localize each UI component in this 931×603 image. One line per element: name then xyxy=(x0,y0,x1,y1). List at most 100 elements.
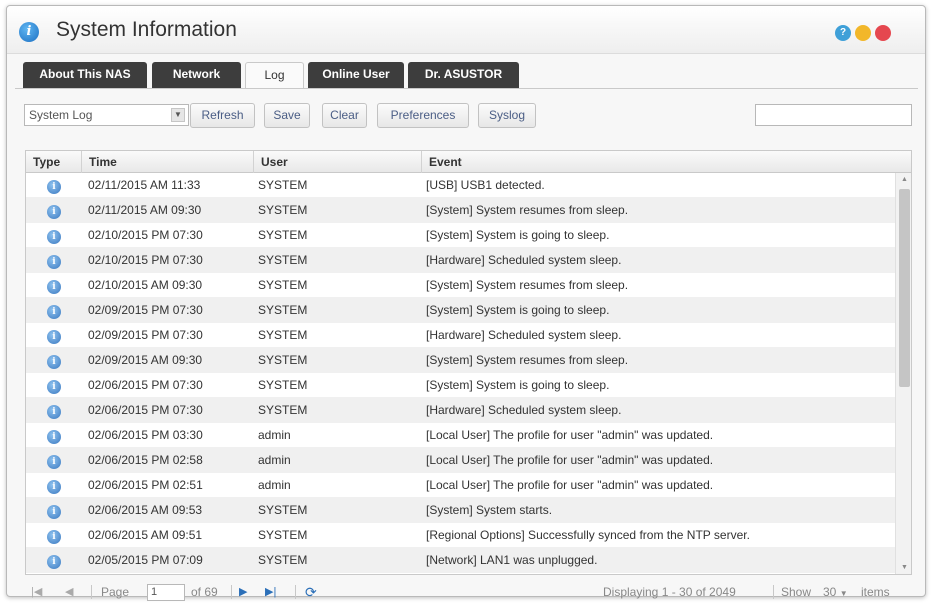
table-row[interactable]: i 02/10/2015 AM 09:30 SYSTEM [System] Syste… xyxy=(26,273,895,298)
row-user: SYSTEM xyxy=(258,203,308,217)
row-event: [Local User] The profile for user "admin… xyxy=(426,453,714,467)
row-type-cell: i xyxy=(26,248,82,273)
row-user: admin xyxy=(258,478,291,492)
show-label: Show xyxy=(781,585,812,599)
row-time: 02/06/2015 PM 07:30 xyxy=(88,403,203,417)
tab-divider xyxy=(15,88,918,89)
info-icon: i xyxy=(47,330,61,344)
table-row[interactable]: i 02/09/2015 PM 07:30 SYSTEM [Hardware] Sch… xyxy=(26,323,895,348)
row-user: SYSTEM xyxy=(258,553,308,567)
save-button[interactable]: Save xyxy=(264,103,310,128)
info-icon: i xyxy=(47,355,61,369)
row-user: SYSTEM xyxy=(258,503,308,517)
table-row[interactable]: i 02/09/2015 PM 07:30 SYSTEM [System] Syste… xyxy=(26,298,895,323)
row-time: 02/06/2015 PM 02:58 xyxy=(88,453,203,467)
table-row[interactable]: i 02/09/2015 AM 09:30 SYSTEM [System] Syste… xyxy=(26,348,895,373)
table-row[interactable]: i 02/06/2015 AM 09:53 SYSTEM [System] Syste… xyxy=(26,498,895,523)
row-event: [System] System is going to sleep. xyxy=(426,378,610,392)
preferences-button[interactable]: Preferences xyxy=(377,103,469,128)
table-row[interactable]: i 02/11/2015 AM 09:30 SYSTEM [System] Syste… xyxy=(26,198,895,223)
chevron-down-icon[interactable]: ▼ xyxy=(171,108,185,122)
info-icon: i xyxy=(47,505,61,519)
tab-about-this-nas[interactable]: About This NAS xyxy=(23,62,147,88)
column-header-user[interactable]: User xyxy=(254,151,422,173)
row-time: 02/06/2015 AM 09:53 xyxy=(88,503,203,517)
row-time: 02/10/2015 AM 09:30 xyxy=(88,278,203,292)
table-row[interactable]: i 02/06/2015 PM 07:30 SYSTEM [Hardware] Sch… xyxy=(26,398,895,423)
close-button[interactable] xyxy=(875,25,891,41)
info-icon: i xyxy=(47,530,61,544)
items-per-page-value: 30 xyxy=(823,585,837,599)
window-title: System Information xyxy=(56,18,237,41)
help-button[interactable]: ? xyxy=(835,25,851,41)
info-icon: i xyxy=(47,205,61,219)
table-row[interactable]: i 02/05/2015 PM 07:09 SYSTEM [Network] LAN1… xyxy=(26,548,895,573)
items-per-page-select[interactable]: 30 ▼ xyxy=(823,583,848,603)
refresh-icon[interactable]: ⟳ xyxy=(305,583,317,601)
search-input[interactable] xyxy=(755,104,912,126)
row-time: 02/10/2015 PM 07:30 xyxy=(88,228,203,242)
row-event: [System] System is going to sleep. xyxy=(426,228,610,242)
grid-rows: i 02/11/2015 AM 11:33 SYSTEM [USB] USB1 det… xyxy=(26,173,895,573)
column-header-event[interactable]: Event xyxy=(422,151,911,173)
last-page-icon[interactable]: ▶| xyxy=(265,583,276,601)
table-row[interactable]: i 02/11/2015 AM 11:33 SYSTEM [USB] USB1 det… xyxy=(26,173,895,198)
refresh-button[interactable]: Refresh xyxy=(190,103,255,128)
row-event: [Hardware] Scheduled system sleep. xyxy=(426,328,622,342)
scroll-up-icon[interactable]: ▲ xyxy=(896,173,911,187)
info-icon: i xyxy=(47,230,61,244)
row-time: 02/06/2015 AM 09:51 xyxy=(88,528,203,542)
table-row[interactable]: i 02/06/2015 AM 09:51 SYSTEM [Regional Opti… xyxy=(26,523,895,548)
row-type-cell: i xyxy=(26,273,82,298)
row-time: 02/09/2015 AM 09:30 xyxy=(88,353,203,367)
table-row[interactable]: i 02/10/2015 PM 07:30 SYSTEM [Hardware] Sch… xyxy=(26,248,895,273)
info-icon: i xyxy=(19,22,39,42)
column-header-type[interactable]: Type xyxy=(26,151,82,173)
row-time: 02/09/2015 PM 07:30 xyxy=(88,303,203,317)
row-event: [System] System resumes from sleep. xyxy=(426,203,629,217)
scrollbar-thumb[interactable] xyxy=(899,189,910,387)
row-event: [System] System starts. xyxy=(426,503,553,517)
tab-online-user[interactable]: Online User xyxy=(308,62,404,88)
minimize-button[interactable] xyxy=(855,25,871,41)
previous-page-icon[interactable]: ◀ xyxy=(65,583,73,601)
row-time: 02/11/2015 AM 11:33 xyxy=(88,178,201,192)
toolbar: System Log ▼ Refresh Save Clear Preferen… xyxy=(7,98,925,128)
separator xyxy=(91,585,92,599)
displaying-text: Displaying 1 - 30 of 2049 xyxy=(603,585,736,599)
info-icon: i xyxy=(47,180,61,194)
row-event: [System] System resumes from sleep. xyxy=(426,353,629,367)
chevron-down-icon: ▼ xyxy=(839,589,848,598)
page-count: of 69 xyxy=(191,585,218,599)
tab-log[interactable]: Log xyxy=(245,62,304,89)
log-type-select[interactable]: System Log ▼ xyxy=(24,104,189,126)
next-page-icon[interactable]: ▶ xyxy=(239,583,247,601)
vertical-scrollbar[interactable]: ▲ ▼ xyxy=(895,173,911,574)
table-row[interactable]: i 02/06/2015 PM 07:30 SYSTEM [System] Syste… xyxy=(26,373,895,398)
column-header-time[interactable]: Time xyxy=(82,151,254,173)
row-event: [System] System resumes from sleep. xyxy=(426,278,629,292)
first-page-icon[interactable]: |◀ xyxy=(31,583,42,601)
table-row[interactable]: i 02/06/2015 PM 03:30 admin [Local User] Th… xyxy=(26,423,895,448)
items-label: items xyxy=(861,585,890,599)
row-type-cell: i xyxy=(26,323,82,348)
row-user: SYSTEM xyxy=(258,278,308,292)
page-label: Page xyxy=(101,585,130,599)
tab-dr-asustor[interactable]: Dr. ASUSTOR xyxy=(408,62,519,88)
row-type-cell: i xyxy=(26,523,82,548)
clear-button[interactable]: Clear xyxy=(322,103,367,128)
table-row[interactable]: i 02/10/2015 PM 07:30 SYSTEM [System] Syste… xyxy=(26,223,895,248)
page-number-input[interactable]: 1 xyxy=(147,584,185,601)
row-user: SYSTEM xyxy=(258,528,308,542)
row-type-cell: i xyxy=(26,223,82,248)
syslog-button[interactable]: Syslog xyxy=(478,103,536,128)
row-type-cell: i xyxy=(26,298,82,323)
table-row[interactable]: i 02/06/2015 PM 02:51 admin [Local User] Th… xyxy=(26,473,895,498)
table-row[interactable]: i 02/06/2015 PM 02:58 admin [Local User] Th… xyxy=(26,448,895,473)
tab-network[interactable]: Network xyxy=(152,62,241,88)
info-icon: i xyxy=(47,255,61,269)
separator xyxy=(773,585,774,599)
row-type-cell: i xyxy=(26,548,82,573)
scroll-down-icon[interactable]: ▼ xyxy=(896,561,911,574)
row-event: [Local User] The profile for user "admin… xyxy=(426,478,714,492)
